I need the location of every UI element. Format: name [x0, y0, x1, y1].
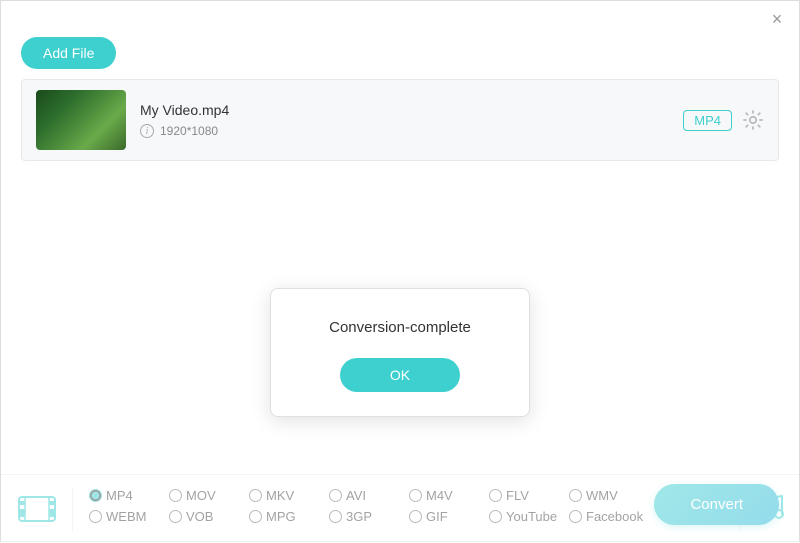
file-list: My Video.mp4 i 1920*1080 MP4	[21, 79, 779, 161]
format-badge[interactable]: MP4	[683, 110, 732, 131]
ok-button[interactable]: OK	[340, 358, 460, 392]
modal-box: Conversion-complete OK	[270, 288, 530, 417]
file-actions: MP4	[683, 109, 764, 131]
file-info: My Video.mp4 i 1920*1080	[140, 102, 669, 138]
toolbar: Add File	[1, 37, 799, 79]
file-thumbnail	[36, 90, 126, 150]
file-meta: i 1920*1080	[140, 124, 669, 138]
settings-icon[interactable]	[742, 109, 764, 131]
file-resolution: 1920*1080	[160, 124, 218, 138]
content-area: Conversion-complete OK	[1, 161, 799, 543]
app-window: × Add File My Video.mp4 i 1920*1080 MP4	[1, 1, 799, 543]
close-button[interactable]: ×	[767, 9, 787, 29]
info-icon: i	[140, 124, 154, 138]
file-name: My Video.mp4	[140, 102, 669, 118]
add-file-button[interactable]: Add File	[21, 37, 116, 69]
title-bar: ×	[1, 1, 799, 37]
modal-overlay: Conversion-complete OK	[1, 161, 799, 543]
modal-title: Conversion-complete	[291, 319, 509, 336]
